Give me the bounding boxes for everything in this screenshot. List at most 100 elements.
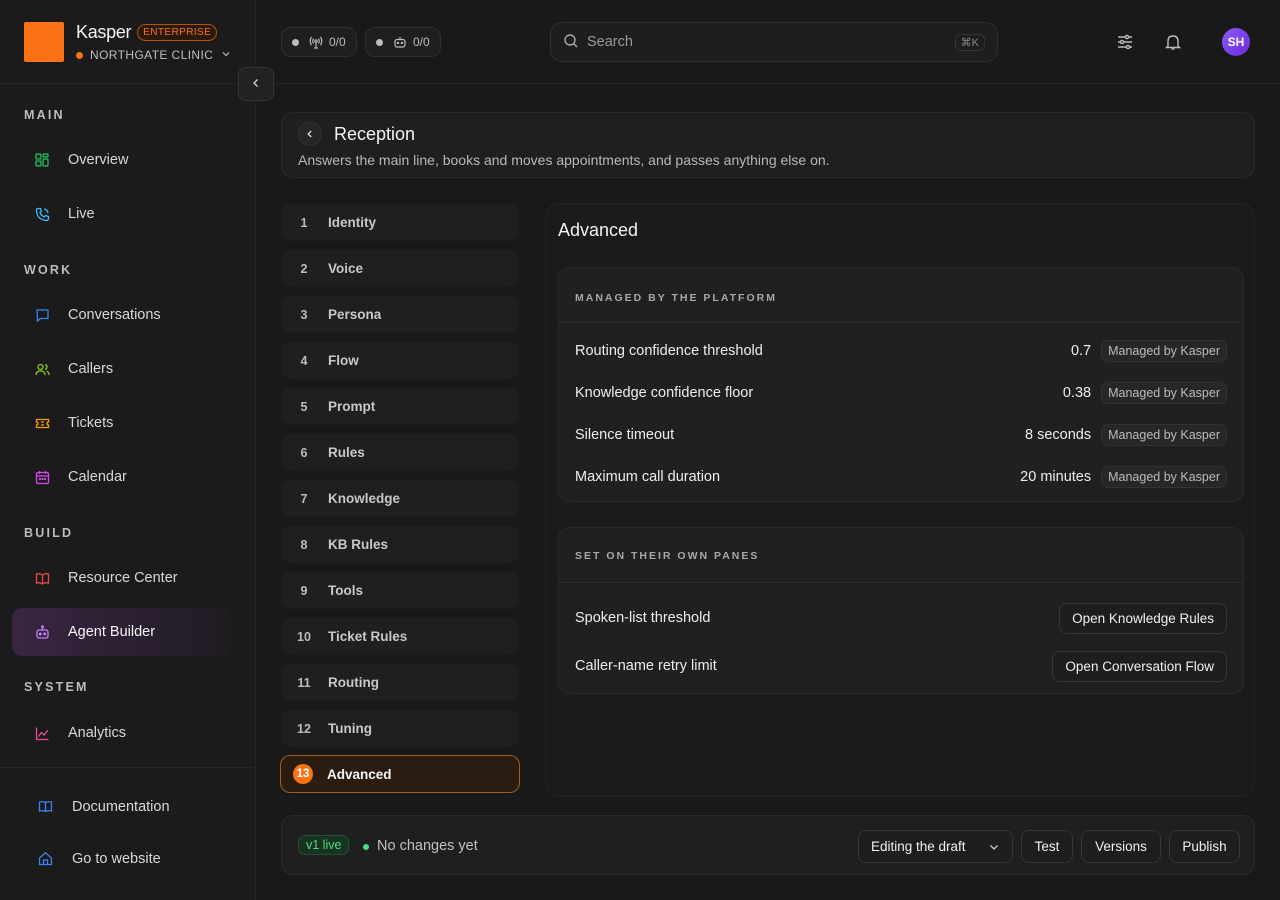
step-ticket-rules[interactable]: 10 Ticket Rules (281, 618, 519, 655)
panel-title: Advanced (558, 220, 639, 240)
sidebar-item-conversations[interactable]: Conversations (12, 291, 232, 339)
step-label: Rules (328, 445, 365, 460)
sidebar-item-analytics[interactable]: Analytics (12, 709, 232, 757)
draft-status: No changes yet (377, 838, 478, 854)
avatar[interactable]: SH (1222, 28, 1250, 56)
sidebar-item-overview[interactable]: Overview (12, 136, 232, 184)
sidebar-item-callers[interactable]: Callers (12, 345, 232, 393)
footer-item-documentation[interactable]: Documentation (38, 799, 170, 815)
sidebar-item-label: Tickets (68, 415, 114, 431)
setting-label: Knowledge confidence floor (575, 385, 754, 401)
step-advanced[interactable]: 13 Advanced (280, 755, 520, 793)
version-badge: v1 live (298, 835, 350, 855)
setting-label: Caller-name retry limit (575, 658, 717, 674)
card-heading: MANAGED BY THE PLATFORM (575, 292, 777, 304)
managed-settings-card: MANAGED BY THE PLATFORM Routing confiden… (558, 267, 1244, 502)
footer-item-label: Go to website (72, 851, 161, 867)
sidebar-item-label: Resource Center (68, 570, 178, 586)
section-work: WORK (24, 263, 73, 277)
open-knowledge-rules-button[interactable]: Open Knowledge Rules (1059, 602, 1227, 634)
broadcast-icon (309, 35, 323, 49)
sidebar-item-label: Calendar (68, 469, 127, 485)
sidebar-item-label: Analytics (68, 725, 127, 741)
step-label: Voice (328, 261, 364, 276)
setting-label: Maximum call duration (575, 469, 721, 485)
org-switcher[interactable]: NORTHGATE CLINIC (76, 48, 231, 62)
step-label: Ticket Rules (328, 629, 408, 644)
topbar: 0/0 0/0 Search ⌘K SH (256, 0, 1280, 84)
setting-value: 20 minutes (1020, 469, 1092, 485)
bell-icon[interactable] (1162, 31, 1184, 53)
step-label: Identity (328, 215, 377, 230)
step-label: Prompt (328, 399, 376, 414)
org-status-dot (76, 51, 83, 59)
step-label: KB Rules (328, 537, 389, 552)
step-label: Advanced (327, 766, 392, 782)
step-prompt[interactable]: 5 Prompt (281, 388, 519, 425)
ticket-icon (34, 415, 50, 431)
live-calls-count: 0/0 (329, 35, 346, 49)
setting-value: 8 seconds (1025, 427, 1092, 443)
collapse-sidebar-button[interactable] (238, 67, 274, 101)
setting-row: Caller-name retry limit Open Conversatio… (575, 649, 1227, 683)
step-number: 11 (297, 675, 311, 690)
step-number: 6 (300, 445, 308, 460)
search-input[interactable]: Search (587, 34, 955, 50)
step-persona[interactable]: 3 Persona (281, 296, 519, 333)
step-number: 12 (297, 721, 311, 736)
managed-badge: Managed by Kasper (1101, 424, 1227, 446)
step-tools[interactable]: 9 Tools (281, 572, 519, 609)
step-rules[interactable]: 6 Rules (281, 434, 519, 471)
chat-icon (34, 307, 50, 323)
step-tuning[interactable]: 12 Tuning (281, 710, 519, 747)
sidebar-item-label: Agent Builder (68, 624, 156, 640)
book-icon (34, 570, 50, 586)
publish-button[interactable]: Publish (1169, 830, 1240, 863)
sidebar-item-calendar[interactable]: Calendar (12, 453, 232, 501)
advanced-panel: Advanced MANAGED BY THE PLATFORM Routing… (545, 203, 1255, 797)
setting-row: Maximum call duration 20 minutes Managed… (575, 463, 1227, 491)
phone-icon (34, 206, 50, 222)
filters-icon[interactable] (1114, 31, 1136, 53)
agents-chip[interactable]: 0/0 (365, 27, 441, 57)
sidebar-item-resource-center[interactable]: Resource Center (12, 554, 232, 602)
sidebar-item-tickets[interactable]: Tickets (12, 399, 232, 447)
step-routing[interactable]: 11 Routing (281, 664, 519, 701)
sidebar-item-live[interactable]: Live (12, 190, 232, 238)
status-dot (292, 38, 299, 46)
back-button[interactable] (298, 122, 322, 146)
step-flow[interactable]: 4 Flow (281, 342, 519, 379)
brand[interactable]: Kasper ENTERPRISE NORTHGATE CLINIC (24, 22, 231, 62)
status-dot (376, 38, 383, 46)
sidebar: Kasper ENTERPRISE NORTHGATE CLINIC MAIN … (0, 0, 256, 900)
page-title: Reception (334, 124, 416, 144)
agent-header: Reception Answers the main line, books a… (281, 112, 1255, 178)
step-number: 1 (300, 215, 308, 230)
step-kb-rules[interactable]: 8 KB Rules (281, 526, 519, 563)
search-box[interactable]: Search ⌘K (550, 22, 998, 62)
draft-mode-label: Editing the draft (871, 839, 966, 854)
versions-button[interactable]: Versions (1081, 830, 1161, 863)
sidebar-item-label: Conversations (68, 307, 161, 323)
step-knowledge[interactable]: 7 Knowledge (281, 480, 519, 517)
step-identity[interactable]: 1 Identity (281, 204, 519, 241)
section-system: SYSTEM (24, 680, 89, 694)
footer-item-website[interactable]: Go to website (38, 851, 161, 867)
draft-mode-select[interactable]: Editing the draft (858, 830, 1013, 863)
managed-badge: Managed by Kasper (1101, 382, 1227, 404)
sidebar-item-agent-builder[interactable]: Agent Builder (12, 608, 232, 656)
test-button[interactable]: Test (1021, 830, 1073, 863)
live-calls-chip[interactable]: 0/0 (281, 27, 357, 57)
publish-bar: v1 live No changes yet Editing the draft… (281, 815, 1255, 875)
setting-row: Knowledge confidence floor 0.38 Managed … (575, 379, 1227, 407)
step-voice[interactable]: 2 Voice (281, 250, 519, 287)
setting-label: Routing confidence threshold (575, 343, 763, 359)
open-conversation-flow-button[interactable]: Open Conversation Flow (1052, 650, 1227, 682)
sidebar-item-label: Callers (68, 361, 114, 377)
step-number: 7 (300, 491, 308, 506)
chart-icon (34, 725, 50, 741)
brand-name: Kasper (76, 21, 132, 42)
bot-icon (393, 35, 407, 49)
step-number: 2 (300, 261, 308, 276)
step-number: 8 (300, 537, 308, 552)
